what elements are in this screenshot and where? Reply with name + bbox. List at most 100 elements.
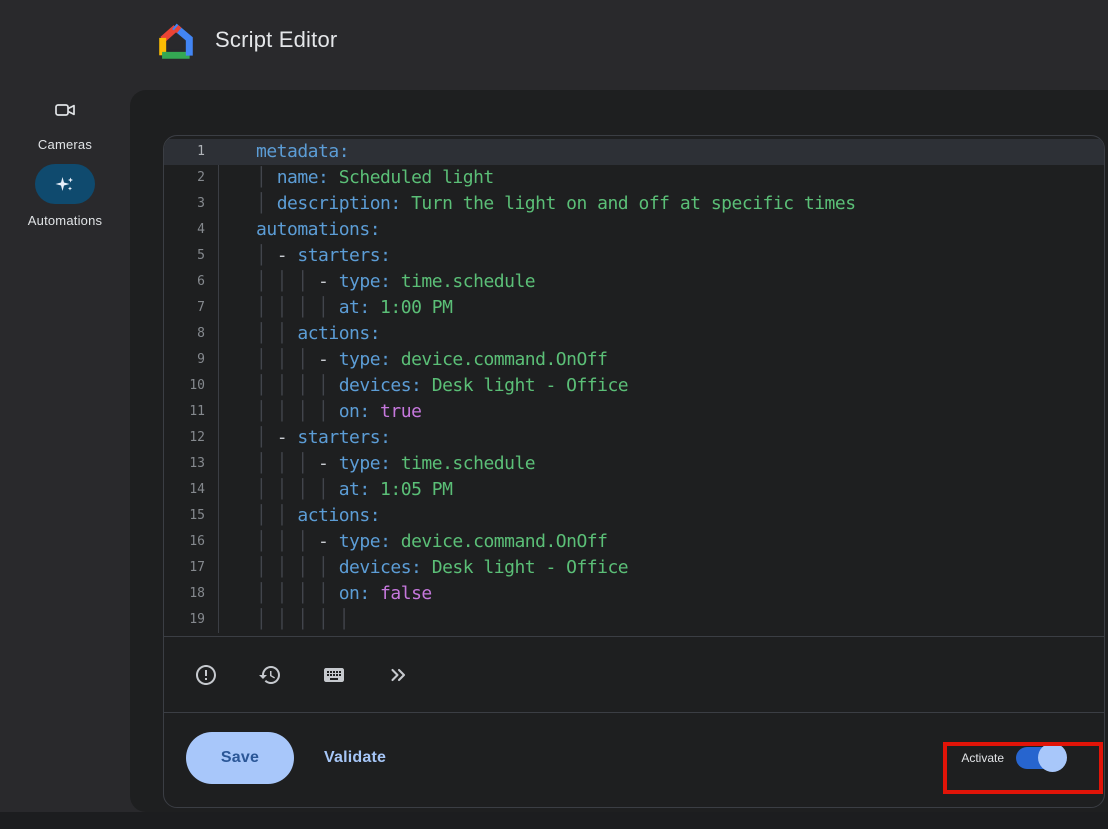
camera-icon	[53, 98, 77, 122]
code-text: │ │ │ │ on: true	[219, 399, 1104, 425]
indent-guide: │ │ │	[256, 349, 318, 370]
activate-toggle[interactable]	[1016, 747, 1060, 769]
code-line-15[interactable]: 15│ │ actions:	[164, 503, 1104, 529]
code-text: metadata:	[219, 139, 1104, 165]
editor-footer: Save Validate Activate	[164, 713, 1104, 807]
indent-guide: │	[256, 193, 277, 214]
bottom-strip	[0, 812, 1108, 829]
activate-control: Activate	[961, 747, 1074, 769]
line-number: 17	[164, 555, 219, 581]
indent-guide: │ │ │ │	[256, 479, 339, 500]
code-line-1[interactable]: 1metadata:	[164, 139, 1104, 165]
code-text: │ - starters:	[219, 425, 1104, 451]
indent-guide: │ │ │ │ │	[256, 609, 359, 630]
code-editor[interactable]: 1metadata:2│ name: Scheduled light3│ des…	[164, 136, 1104, 636]
code-text: │ │ │ - type: time.schedule	[219, 451, 1104, 477]
save-button[interactable]: Save	[186, 732, 294, 784]
code-text: │ │ │ │ at: 1:05 PM	[219, 477, 1104, 503]
editor-panel: 1metadata:2│ name: Scheduled light3│ des…	[130, 90, 1108, 812]
indent-guide: │ │ │	[256, 531, 318, 552]
line-number: 5	[164, 243, 219, 269]
code-line-19[interactable]: 19 │ │ │ │ │	[164, 607, 1104, 633]
indent-guide: │ │ │	[256, 453, 318, 474]
sidebar-item-label: Automations	[0, 213, 130, 228]
line-number: 2	[164, 165, 219, 191]
sparkle-icon	[53, 172, 77, 196]
code-line-12[interactable]: 12│ - starters:	[164, 425, 1104, 451]
line-number: 11	[164, 399, 219, 425]
indent-guide: │ │	[256, 323, 297, 344]
indent-guide: │ │	[256, 505, 297, 526]
code-line-16[interactable]: 16│ │ │ - type: device.command.OnOff	[164, 529, 1104, 555]
line-number: 8	[164, 321, 219, 347]
indent-guide: │ │ │ │	[256, 375, 339, 396]
sidebar-item-automations[interactable]: Automations	[0, 164, 130, 228]
line-number: 13	[164, 451, 219, 477]
line-number: 12	[164, 425, 219, 451]
indent-guide: │ │ │ │	[256, 401, 339, 422]
line-number: 14	[164, 477, 219, 503]
code-text: │ description: Turn the light on and off…	[219, 191, 1104, 217]
indent-guide: │	[256, 245, 277, 266]
activate-label: Activate	[961, 751, 1004, 765]
code-line-10[interactable]: 10│ │ │ │ devices: Desk light - Office	[164, 373, 1104, 399]
line-number: 7	[164, 295, 219, 321]
indent-guide: │ │ │	[256, 271, 318, 292]
validate-button[interactable]: Validate	[306, 739, 404, 777]
code-line-9[interactable]: 9│ │ │ - type: device.command.OnOff	[164, 347, 1104, 373]
code-line-4[interactable]: 4automations:	[164, 217, 1104, 243]
google-home-logo-icon	[157, 23, 195, 61]
code-line-3[interactable]: 3│ description: Turn the light on and of…	[164, 191, 1104, 217]
code-line-7[interactable]: 7│ │ │ │ at: 1:00 PM	[164, 295, 1104, 321]
indent-guide: │	[256, 167, 277, 188]
code-text: │ │ │ - type: time.schedule	[219, 269, 1104, 295]
code-text: │ name: Scheduled light	[219, 165, 1104, 191]
code-text: │ │ │ │ │	[219, 607, 1104, 633]
line-number: 16	[164, 529, 219, 555]
keyboard-icon[interactable]	[322, 663, 346, 687]
script-editor-card: 1metadata:2│ name: Scheduled light3│ des…	[163, 135, 1105, 808]
code-text: │ - starters:	[219, 243, 1104, 269]
app-header: Script Editor	[0, 0, 1108, 90]
indent-guide: │ │ │ │	[256, 583, 339, 604]
code-text: │ │ │ │ on: false	[219, 581, 1104, 607]
line-number: 19	[164, 607, 219, 633]
line-number: 3	[164, 191, 219, 217]
code-text: │ │ actions:	[219, 503, 1104, 529]
indent-guide: │	[256, 427, 277, 448]
indent-guide: │ │ │ │	[256, 297, 339, 318]
code-text: │ │ actions:	[219, 321, 1104, 347]
toggle-knob	[1038, 743, 1067, 772]
code-line-13[interactable]: 13│ │ │ - type: time.schedule	[164, 451, 1104, 477]
code-line-5[interactable]: 5│ - starters:	[164, 243, 1104, 269]
code-line-6[interactable]: 6│ │ │ - type: time.schedule	[164, 269, 1104, 295]
code-line-14[interactable]: 14│ │ │ │ at: 1:05 PM	[164, 477, 1104, 503]
code-text: │ │ │ - type: device.command.OnOff	[219, 347, 1104, 373]
page-title: Script Editor	[215, 27, 337, 53]
code-text: │ │ │ │ devices: Desk light - Office	[219, 373, 1104, 399]
code-line-11[interactable]: 11│ │ │ │ on: true	[164, 399, 1104, 425]
history-icon[interactable]	[258, 663, 282, 687]
code-text: │ │ │ │ devices: Desk light - Office	[219, 555, 1104, 581]
code-text: │ │ │ │ at: 1:00 PM	[219, 295, 1104, 321]
line-number: 10	[164, 373, 219, 399]
code-text: │ │ │ - type: device.command.OnOff	[219, 529, 1104, 555]
code-line-18[interactable]: 18│ │ │ │ on: false	[164, 581, 1104, 607]
editor-toolbar	[164, 636, 1104, 713]
line-number: 1	[164, 139, 219, 165]
sidebar-item-label: Cameras	[0, 137, 130, 152]
sidebar-item-cameras[interactable]: Cameras	[0, 92, 130, 152]
code-text: automations:	[219, 217, 1104, 243]
line-number: 6	[164, 269, 219, 295]
indent-guide: │ │ │ │	[256, 557, 339, 578]
line-number: 15	[164, 503, 219, 529]
code-line-2[interactable]: 2│ name: Scheduled light	[164, 165, 1104, 191]
line-number: 9	[164, 347, 219, 373]
line-number: 18	[164, 581, 219, 607]
code-line-17[interactable]: 17│ │ │ │ devices: Desk light - Office	[164, 555, 1104, 581]
line-number: 4	[164, 217, 219, 243]
sidebar: Cameras Automations	[0, 90, 130, 829]
problems-icon[interactable]	[194, 663, 218, 687]
double-chevron-icon[interactable]	[386, 663, 410, 687]
code-line-8[interactable]: 8│ │ actions:	[164, 321, 1104, 347]
